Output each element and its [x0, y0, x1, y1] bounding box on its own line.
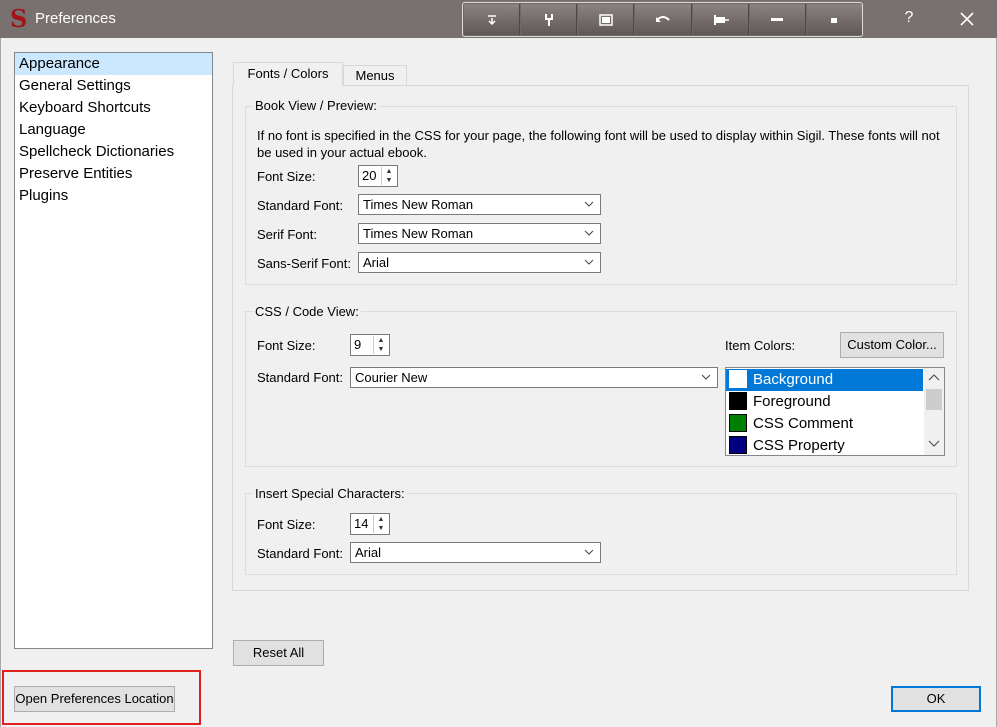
book-view-description: If no font is specified in the CSS for y…: [257, 128, 940, 160]
sigil-s-icon: S: [10, 4, 28, 33]
css-font-size-value: 9: [354, 337, 362, 352]
highlight-annotation: [2, 670, 201, 725]
sidebar-item-appearance[interactable]: Appearance: [15, 53, 212, 75]
spin-up-icon[interactable]: ▲: [374, 336, 388, 345]
book-serif-font-combo[interactable]: Times New Roman: [358, 223, 601, 244]
sidebar-item-preserve-entities[interactable]: Preserve Entities: [15, 163, 212, 185]
window-icon[interactable]: [578, 4, 635, 35]
spin-arrows[interactable]: ▲ ▼: [373, 336, 388, 354]
sidebar-item-keyboard-shortcuts[interactable]: Keyboard Shortcuts: [15, 97, 212, 119]
chevron-down-icon[interactable]: [928, 438, 940, 448]
chevron-up-icon[interactable]: [928, 373, 940, 383]
css-standard-font-label: Standard Font:: [257, 370, 343, 385]
chevron-down-icon: [584, 259, 594, 265]
chevron-down-icon: [584, 201, 594, 207]
spin-down-icon[interactable]: ▼: [374, 345, 388, 354]
list-item[interactable]: Foreground: [726, 391, 923, 413]
book-sans-font-value: Arial: [363, 255, 390, 270]
chevron-down-icon: [701, 374, 711, 380]
reset-all-button[interactable]: Reset All: [233, 640, 324, 666]
title-bar: S Preferences ?: [0, 0, 997, 38]
custom-color-button[interactable]: Custom Color...: [840, 332, 944, 358]
list-item[interactable]: CSS Property: [726, 435, 923, 455]
wrench-icon[interactable]: [521, 4, 578, 35]
book-serif-font-value: Times New Roman: [363, 226, 474, 241]
list-item[interactable]: Background: [726, 369, 923, 391]
list-item[interactable]: CSS Comment: [726, 413, 923, 435]
sidebar-item-language[interactable]: Language: [15, 119, 212, 141]
item-colors-label: Item Colors:: [725, 338, 796, 353]
special-standard-font-label: Standard Font:: [257, 546, 343, 561]
collapse-icon[interactable]: [464, 4, 521, 35]
book-serif-font-label: Serif Font:: [257, 227, 317, 242]
special-font-size-value: 14: [354, 516, 369, 531]
window-toolbar: [462, 2, 863, 37]
book-font-size-label: Font Size:: [257, 169, 316, 184]
tab-menus[interactable]: Menus: [343, 65, 407, 86]
css-font-size-spinbox[interactable]: 9 ▲ ▼: [350, 334, 390, 356]
help-button[interactable]: ?: [898, 9, 920, 29]
sidebar-item-plugins[interactable]: Plugins: [15, 185, 212, 207]
sidebar-item-general-settings[interactable]: General Settings: [15, 75, 212, 97]
item-colors-list[interactable]: Background Foreground CSS Comment CSS Pr…: [725, 367, 945, 456]
book-standard-font-value: Times New Roman: [363, 197, 474, 212]
color-label: Foreground: [753, 393, 831, 410]
tab-fonts-colors[interactable]: Fonts / Colors: [233, 62, 343, 86]
scrollbar-thumb[interactable]: [926, 389, 942, 410]
spin-up-icon[interactable]: ▲: [382, 167, 396, 176]
preferences-sidebar: Appearance General Settings Keyboard Sho…: [14, 52, 213, 649]
book-sans-font-label: Sans-Serif Font:: [257, 256, 351, 271]
window-title: Preferences: [35, 10, 116, 27]
spin-down-icon[interactable]: ▼: [382, 176, 396, 185]
undo-icon[interactable]: [635, 4, 692, 35]
css-standard-font-value: Courier New: [355, 370, 428, 385]
book-sans-font-combo[interactable]: Arial: [358, 252, 601, 273]
spin-arrows[interactable]: ▲ ▼: [373, 515, 388, 533]
book-standard-font-label: Standard Font:: [257, 198, 343, 213]
book-font-size-value: 20: [362, 168, 377, 183]
color-label: CSS Property: [753, 437, 845, 454]
spin-down-icon[interactable]: ▼: [374, 524, 388, 533]
ok-button[interactable]: OK: [891, 686, 981, 712]
color-label: CSS Comment: [753, 415, 854, 432]
book-view-title: Book View / Preview:: [253, 98, 379, 113]
css-view-title: CSS / Code View:: [253, 304, 361, 319]
css-font-size-label: Font Size:: [257, 338, 316, 353]
special-standard-font-combo[interactable]: Arial: [350, 542, 601, 563]
chevron-down-icon: [584, 549, 594, 555]
book-font-size-spinbox[interactable]: 20 ▲ ▼: [358, 165, 398, 187]
color-label: Background: [753, 371, 834, 388]
spin-arrows[interactable]: ▲ ▼: [381, 167, 396, 185]
color-swatch: [729, 414, 747, 432]
special-standard-font-value: Arial: [355, 545, 382, 560]
css-standard-font-combo[interactable]: Courier New: [350, 367, 718, 388]
minimize-icon[interactable]: [806, 4, 862, 35]
special-chars-title: Insert Special Characters:: [253, 486, 407, 501]
vertical-scrollbar[interactable]: [924, 368, 944, 455]
sidebar-item-spellcheck[interactable]: Spellcheck Dictionaries: [15, 141, 212, 163]
close-icon[interactable]: [956, 8, 978, 30]
spin-up-icon[interactable]: ▲: [374, 515, 388, 524]
minus-icon[interactable]: [749, 4, 806, 35]
special-font-size-spinbox[interactable]: 14 ▲ ▼: [350, 513, 390, 535]
color-swatch: [729, 370, 747, 388]
color-swatch: [729, 392, 747, 410]
color-swatch: [729, 436, 747, 454]
chevron-down-icon: [584, 230, 594, 236]
book-standard-font-combo[interactable]: Times New Roman: [358, 194, 601, 215]
special-font-size-label: Font Size:: [257, 517, 316, 532]
pin-icon[interactable]: [692, 4, 749, 35]
